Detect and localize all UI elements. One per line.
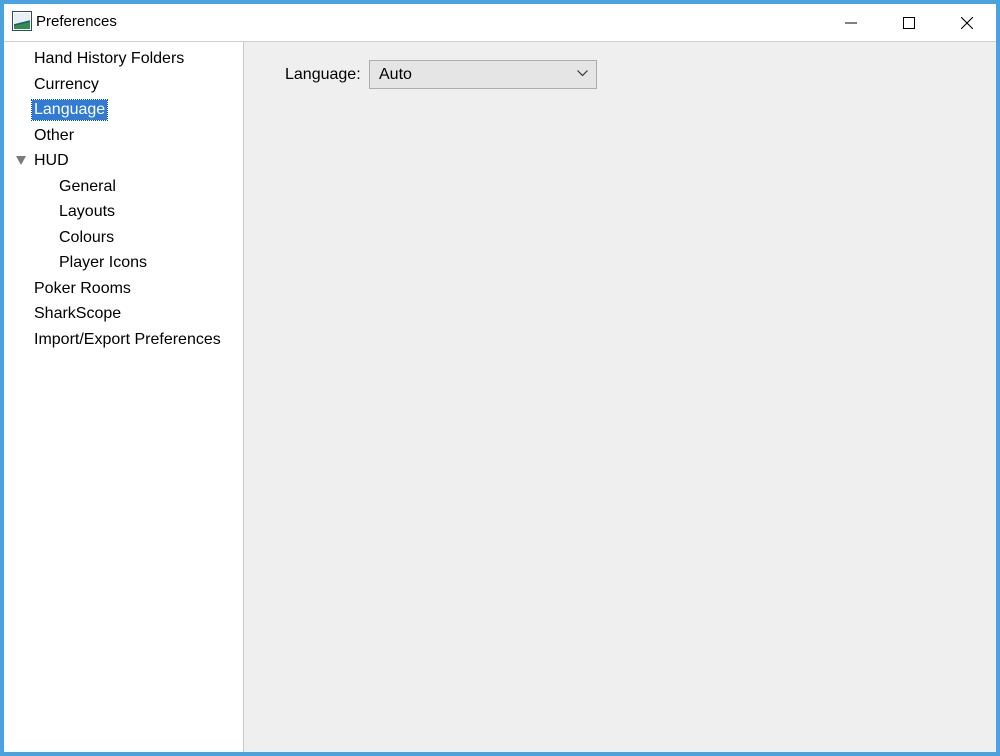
language-select[interactable]: Auto — [369, 60, 597, 89]
tree-item-sharkscope[interactable]: SharkScope — [32, 304, 123, 324]
language-label: Language: — [285, 66, 361, 83]
minimize-button[interactable] — [822, 4, 880, 41]
tree-item-colours[interactable]: Colours — [57, 228, 116, 248]
tree-item-import-export-preferences[interactable]: Import/Export Preferences — [32, 330, 223, 350]
tree-item-general[interactable]: General — [57, 177, 118, 197]
close-icon — [961, 16, 973, 29]
window-title: Preferences — [36, 13, 117, 30]
minimize-icon — [845, 22, 857, 23]
tree-item-poker-rooms[interactable]: Poker Rooms — [32, 279, 133, 299]
preferences-tree: Hand History Folders Currency Language O… — [4, 42, 244, 752]
tree-item-hand-history-folders[interactable]: Hand History Folders — [32, 49, 186, 69]
preferences-window: Preferences Hand History Folders Currenc… — [0, 0, 1000, 756]
tree-item-currency[interactable]: Currency — [32, 75, 101, 95]
title-bar[interactable]: Preferences — [4, 4, 996, 42]
expand-triangle-icon[interactable] — [16, 156, 26, 165]
app-icon — [12, 11, 32, 31]
language-settings-panel: Language: Auto — [244, 42, 996, 752]
language-select-value: Auto — [379, 66, 412, 83]
tree-item-language[interactable]: Language — [30, 99, 109, 121]
maximize-icon — [903, 16, 915, 29]
maximize-button[interactable] — [880, 4, 938, 41]
tree-item-player-icons[interactable]: Player Icons — [57, 253, 149, 273]
tree-item-hud[interactable]: HUD — [32, 151, 71, 171]
tree-item-other[interactable]: Other — [32, 126, 76, 146]
chevron-down-icon — [577, 70, 588, 77]
close-button[interactable] — [938, 4, 996, 41]
tree-item-layouts[interactable]: Layouts — [57, 202, 117, 222]
